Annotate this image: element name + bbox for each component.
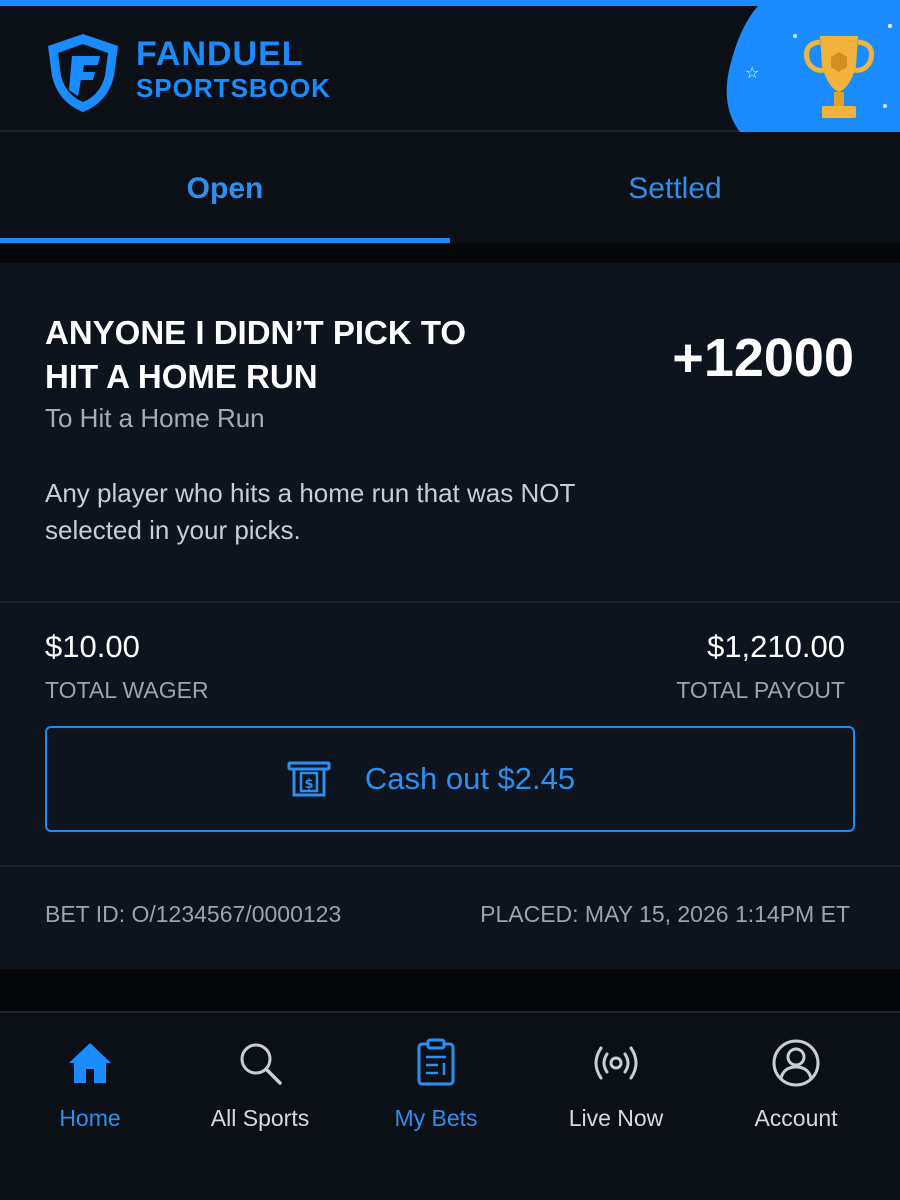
total-payout-value: $1,210.00 <box>707 629 845 664</box>
brand-subtitle: SPORTSBOOK <box>136 73 331 103</box>
nav-item-home[interactable]: Home <box>10 1037 170 1147</box>
tab-open[interactable]: Open <box>0 134 450 244</box>
nav-item-live-now[interactable]: Live Now <box>536 1037 696 1147</box>
total-wager-label: TOTAL WAGER <box>45 677 209 703</box>
divider <box>0 601 900 603</box>
cash-out-register-icon: $ <box>287 761 331 797</box>
fanduel-shield-logo-icon[interactable] <box>44 32 122 114</box>
bet-slip-icon <box>417 1038 455 1086</box>
bottom-navigation: Home All Sports My Bets Live Now Account <box>0 1011 900 1200</box>
nav-label-all-sports: All Sports <box>210 1105 310 1131</box>
search-icon <box>240 1043 282 1085</box>
bet-odds: +12000 <box>672 328 854 388</box>
bet-description: Any player who hits a home run that was … <box>45 478 575 545</box>
bet-status-tabs: Open Settled <box>0 134 900 244</box>
nav-label-home: Home <box>59 1105 121 1131</box>
bet-placed-timestamp: PLACED: MAY 15, 2026 1:14PM ET <box>480 901 850 927</box>
cash-out-button[interactable]: $ Cash out $2.45 <box>45 726 855 832</box>
tab-settled[interactable]: Settled <box>450 134 900 244</box>
brand-name: FANDUEL <box>136 35 304 73</box>
section-gap <box>0 969 900 1011</box>
account-icon <box>772 1039 820 1087</box>
total-payout-label: TOTAL PAYOUT <box>676 677 845 703</box>
nav-label-my-bets: My Bets <box>394 1105 478 1131</box>
cash-out-label: Cash out $2.45 <box>364 761 576 796</box>
nav-item-all-sports[interactable]: All Sports <box>180 1037 340 1147</box>
bet-card: ANYONE I DIDN’T PICK TO HIT A HOME RUN +… <box>0 263 900 969</box>
section-divider <box>0 243 900 263</box>
total-wager-value: $10.00 <box>45 629 140 664</box>
nav-label-live-now: Live Now <box>568 1105 664 1131</box>
bet-selection-title: ANYONE I DIDN’T PICK TO HIT A HOME RUN <box>45 314 467 395</box>
divider <box>0 865 900 867</box>
brand-wordmark: FANDUEL SPORTSBOOK <box>136 36 331 104</box>
bet-id: BET ID: O/1234567/0000123 <box>45 901 342 927</box>
home-icon <box>69 1043 111 1083</box>
nav-item-account[interactable]: Account <box>716 1037 876 1147</box>
live-broadcast-icon <box>594 1046 638 1080</box>
trophy-promo-icon[interactable]: ☆ <box>700 6 900 132</box>
svg-text:☆: ☆ <box>745 63 759 82</box>
app-header: FANDUEL SPORTSBOOK ☆ <box>0 6 900 132</box>
svg-text:$: $ <box>304 777 313 792</box>
nav-label-account: Account <box>754 1105 838 1131</box>
bet-market: To Hit a Home Run <box>45 403 265 433</box>
nav-item-my-bets[interactable]: My Bets <box>356 1037 516 1147</box>
